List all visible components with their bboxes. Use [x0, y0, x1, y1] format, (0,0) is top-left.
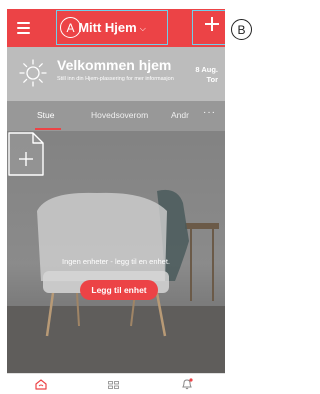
- date-display: 8 Aug. Tor: [195, 65, 218, 85]
- add-device-button[interactable]: Legg til enhet: [80, 280, 158, 300]
- hamburger-icon[interactable]: [17, 22, 30, 34]
- empty-device-icon: [8, 132, 44, 176]
- welcome-banner: Velkommen hjem Still inn din Hjem-plasse…: [7, 47, 225, 101]
- tab-andr[interactable]: Andr: [171, 110, 189, 120]
- date-weekday: Tor: [206, 75, 218, 84]
- active-tab-indicator: [35, 128, 61, 130]
- sun-icon: [19, 59, 47, 87]
- home-icon[interactable]: [35, 379, 47, 390]
- callout-b: B: [231, 19, 252, 40]
- callout-a: A: [60, 17, 81, 38]
- welcome-subtitle[interactable]: Still inn din Hjem-plassering for mer in…: [57, 76, 181, 83]
- chevron-down-icon: ⌵: [139, 23, 146, 33]
- room-background: Ingen enheter - legg til en enhet. Legg …: [7, 131, 225, 373]
- grid-icon[interactable]: [108, 381, 119, 389]
- home-title: Mitt Hjem: [78, 20, 137, 35]
- bottom-navigation: [7, 373, 225, 394]
- plus-icon[interactable]: [205, 17, 219, 31]
- date-day: 8 Aug.: [195, 65, 218, 74]
- ellipsis-icon[interactable]: ···: [203, 107, 216, 118]
- empty-state-message: Ingen enheter - legg til en enhet.: [62, 257, 170, 266]
- tab-hovedsoverom[interactable]: Hovedsoverom: [91, 110, 148, 120]
- welcome-title: Velkommen hjem: [57, 57, 172, 73]
- tab-stue[interactable]: Stue: [37, 110, 55, 120]
- phone-screen: Mitt Hjem ⌵ A Velkommen hjem Still inn d…: [7, 9, 225, 394]
- bell-icon[interactable]: [181, 378, 193, 390]
- room-tabs: Stue Hovedsoverom Andr ···: [7, 101, 225, 131]
- top-bar: Mitt Hjem ⌵ A: [7, 9, 225, 47]
